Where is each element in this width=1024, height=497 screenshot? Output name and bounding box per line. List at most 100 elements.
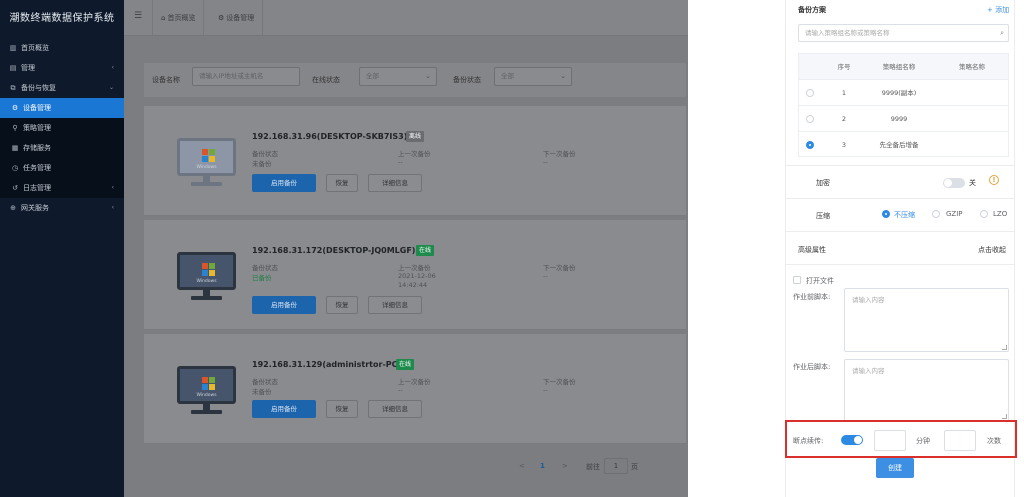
backup-status-label: 备份状态 xyxy=(453,76,481,84)
sidebar-item-label: 首页概览 xyxy=(21,44,49,52)
sidebar-item-logs[interactable]: ↺ 日志管理 ‹ xyxy=(0,178,124,198)
search-icon: ⌕ xyxy=(1000,29,1004,37)
monitor-os-text: Windows xyxy=(196,279,217,284)
backup-status-value: 未备份 xyxy=(252,388,272,396)
sidebar: 潮数终端数据保护系统 ▥ 首页概览 ▤ 管理 ‹ ⧉ 备份与恢复 ⌄ ⚙ 设备管… xyxy=(0,0,124,497)
chevron-left-icon: ‹ xyxy=(111,184,114,191)
backup-plan-label: 备份方案 xyxy=(798,6,826,14)
backup-status-select[interactable]: 全部 ⌄ xyxy=(494,67,572,86)
sidebar-item-tasks[interactable]: ◷ 任务管理 xyxy=(0,158,124,178)
app-root: 潮数终端数据保护系统 ▥ 首页概览 ▤ 管理 ‹ ⧉ 备份与恢复 ⌄ ⚙ 设备管… xyxy=(0,0,1024,497)
restore-button[interactable]: 恢复 xyxy=(326,296,358,314)
post-script-textarea[interactable]: 请输入内容 xyxy=(844,359,1009,421)
column-header-group: 策略组名称 xyxy=(882,63,916,71)
chevron-down-icon: ⌄ xyxy=(108,84,114,91)
resize-handle-icon[interactable] xyxy=(1002,414,1007,419)
row-index: 2 xyxy=(841,115,847,123)
storage-icon: ▦ xyxy=(11,144,19,152)
sidebar-item-device-management[interactable]: ⚙ 设备管理 xyxy=(0,98,124,118)
sidebar-item-label: 日志管理 xyxy=(23,184,51,192)
post-script-placeholder: 请输入内容 xyxy=(852,367,885,375)
sidebar-item-storage[interactable]: ▦ 存储服务 xyxy=(0,138,124,158)
enable-backup-button[interactable]: 启用备份 xyxy=(252,174,316,192)
device-title: 192.168.31.172(DESKTOP-JQ0MLGF) xyxy=(252,246,416,255)
device-card: Windows 192.168.31.172(DESKTOP-JQ0MLGF) … xyxy=(144,220,686,330)
open-file-checkbox[interactable] xyxy=(793,276,801,284)
online-status-value: 全部 xyxy=(366,72,379,80)
enable-backup-button[interactable]: 启用备份 xyxy=(252,400,316,418)
row-group: 9999(副本) xyxy=(881,89,917,97)
windows-logo-icon xyxy=(202,149,216,163)
compress-none-radio[interactable] xyxy=(882,210,890,218)
table-row[interactable]: 3 先全备后增备 xyxy=(799,132,1008,158)
details-button[interactable]: 详细信息 xyxy=(368,174,422,192)
strategy-table: 序号 策略组名称 策略名称 1 9999(副本) 2 9999 3 先全备后增备 xyxy=(798,53,1009,157)
backup-status-value: 未备份 xyxy=(252,160,272,168)
device-name-input[interactable]: 请输入IP地址或主机名 xyxy=(192,67,300,86)
last-backup-time: 14:42:44 xyxy=(398,281,428,289)
sidebar-item-manage[interactable]: ▤ 管理 ‹ xyxy=(0,58,124,78)
search-placeholder: 请输入策略组名称或策略名称 xyxy=(805,29,890,37)
restore-button[interactable]: 恢复 xyxy=(326,400,358,418)
device-card: Windows 192.168.31.129(administrtor-PC) … xyxy=(144,334,686,444)
sidebar-item-strategy[interactable]: ⚲ 策略管理 xyxy=(0,118,124,138)
backup-status-label: 备份状态 xyxy=(252,150,278,158)
create-button[interactable]: 创建 xyxy=(876,458,914,478)
compress-none-label: 不压缩 xyxy=(894,211,915,219)
gear-icon: ⚙ xyxy=(218,14,225,22)
next-page-icon[interactable]: > xyxy=(562,462,568,470)
sidebar-item-label: 管理 xyxy=(21,64,35,72)
open-file-label: 打开文件 xyxy=(806,277,834,285)
chevron-left-icon: ‹ xyxy=(111,64,114,71)
row-index: 1 xyxy=(841,89,847,97)
compress-gzip-label: GZIP xyxy=(946,210,963,218)
main-content: ☰ ⌂ 首页概览 ⚙ 设备管理 设备名称 请输入IP地址或主机名 在线状态 全部 ⌄… xyxy=(124,0,688,497)
encrypt-switch[interactable] xyxy=(943,178,965,188)
last-backup-value: -- xyxy=(398,386,403,394)
top-bar: ☰ ⌂ 首页概览 ⚙ 设备管理 xyxy=(124,0,688,36)
copy-icon: ⧉ xyxy=(10,84,16,92)
table-row[interactable]: 2 9999 xyxy=(799,106,1008,132)
online-status-select[interactable]: 全部 ⌄ xyxy=(359,67,437,86)
collapse-link[interactable]: 点击收起 xyxy=(978,245,1006,255)
compress-gzip-radio[interactable] xyxy=(932,210,940,218)
restore-button[interactable]: 恢复 xyxy=(326,174,358,192)
table-row[interactable]: 1 9999(副本) xyxy=(799,80,1008,106)
compress-lzo-radio[interactable] xyxy=(980,210,988,218)
row-radio[interactable] xyxy=(806,115,814,123)
sidebar-item-label: 存储服务 xyxy=(23,144,51,152)
pagination: < 1 > 前往 1 页 xyxy=(124,458,688,474)
monitor-icon: Windows xyxy=(177,366,236,416)
add-link[interactable]: + 添加 xyxy=(987,5,1009,15)
tab-home[interactable]: ⌂ 首页概览 xyxy=(152,0,205,36)
sidebar-item-label: 网关服务 xyxy=(21,204,49,212)
resize-handle-icon[interactable] xyxy=(1002,345,1007,350)
last-backup-value: -- xyxy=(398,158,403,166)
enable-backup-button[interactable]: 启用备份 xyxy=(252,296,316,314)
menu-toggle-icon[interactable]: ☰ xyxy=(134,12,144,21)
backup-status-label: 备份状态 xyxy=(252,378,278,386)
details-button[interactable]: 详细信息 xyxy=(368,400,422,418)
row-radio[interactable] xyxy=(806,89,814,97)
device-title: 192.168.31.96(DESKTOP-SKB7IS3) xyxy=(252,132,408,141)
status-badge: 在线 xyxy=(396,359,415,370)
details-button[interactable]: 详细信息 xyxy=(368,296,422,314)
sidebar-item-backup-restore[interactable]: ⧉ 备份与恢复 ⌄ xyxy=(0,78,124,98)
app-title: 潮数终端数据保护系统 xyxy=(9,13,115,24)
strategy-search-input[interactable]: 请输入策略组名称或策略名称 ⌕ xyxy=(798,24,1009,42)
page-number-current[interactable]: 1 xyxy=(540,462,545,470)
sidebar-item-gateway[interactable]: ⊕ 网关服务 ‹ xyxy=(0,198,124,218)
pre-script-placeholder: 请输入内容 xyxy=(852,296,885,304)
goto-page-input[interactable]: 1 xyxy=(604,458,628,474)
sidebar-item-label: 策略管理 xyxy=(23,124,51,132)
prev-page-icon[interactable]: < xyxy=(519,462,525,470)
device-name-label: 设备名称 xyxy=(152,76,180,84)
row-radio-selected[interactable] xyxy=(806,141,814,149)
tab-device-management[interactable]: ⚙ 设备管理 xyxy=(210,0,264,36)
filter-bar: 设备名称 请输入IP地址或主机名 在线状态 全部 ⌄ 备份状态 全部 ⌄ xyxy=(144,63,686,97)
last-backup-label: 上一次备份 xyxy=(398,150,431,158)
row-group: 9999 xyxy=(890,115,908,123)
sidebar-item-home[interactable]: ▥ 首页概览 xyxy=(0,38,124,58)
pre-script-textarea[interactable]: 请输入内容 xyxy=(844,288,1009,352)
log-icon: ↺ xyxy=(12,184,18,192)
